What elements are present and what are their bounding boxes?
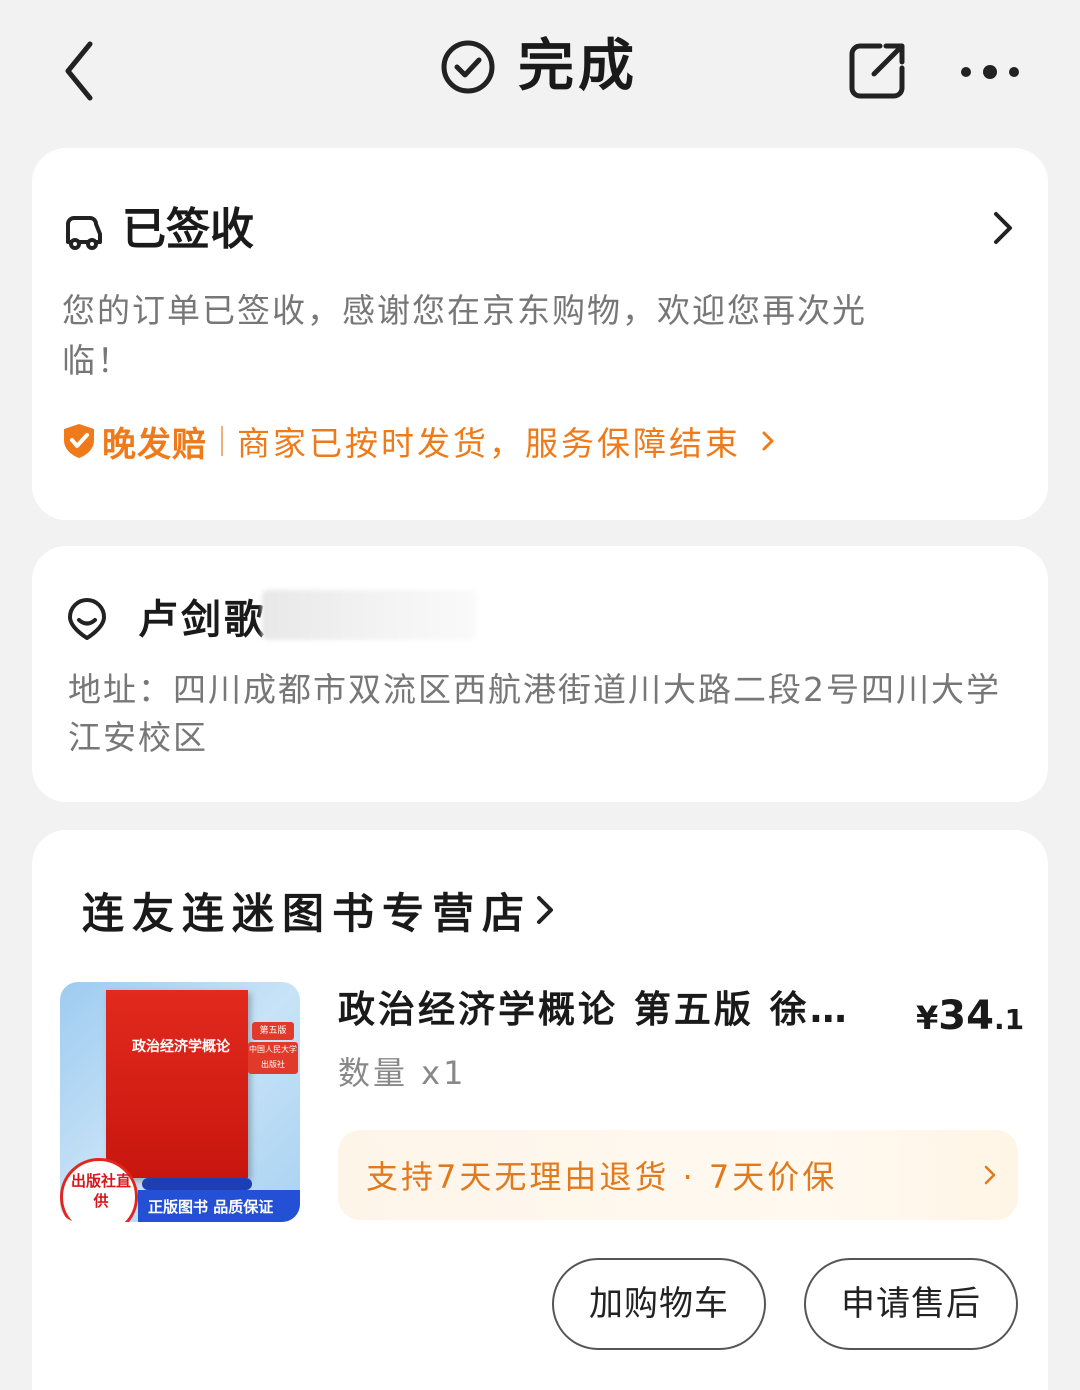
chevron-right-icon <box>984 1165 996 1185</box>
publisher-tag: 中国人民大学出版社 <box>248 1042 298 1074</box>
badge-strip <box>142 1178 252 1190</box>
chevron-right-icon <box>762 431 774 451</box>
shield-check-icon <box>64 424 94 458</box>
redacted-phone <box>262 590 476 640</box>
publisher-direct-text: 出版社直供 <box>71 1172 132 1210</box>
page-title-group: 完成 <box>440 32 638 102</box>
product-price: ¥34.1 <box>916 988 1024 1048</box>
order-card: 连友连迷图书专营店 政治经济学概论 第五版 中国人民大学出版社 正版图书 品质保… <box>32 830 1048 1390</box>
after-sale-button[interactable]: 申请售后 <box>804 1258 1018 1350</box>
delivery-description: 您的订单已签收，感谢您在京东购物，欢迎您再次光临！ <box>62 291 867 380</box>
page-title: 完成 <box>518 34 638 99</box>
share-icon[interactable] <box>846 40 908 102</box>
truck-icon <box>66 216 102 250</box>
guarantee-badge: 晚发赔 <box>102 424 207 465</box>
shop-name: 连友连迷图书专营店 <box>82 888 533 938</box>
chevron-right-icon <box>537 896 554 924</box>
quality-badge: 正版图书 品质保证 <box>138 1190 300 1222</box>
book-cover: 政治经济学概论 <box>106 990 248 1178</box>
add-to-cart-button[interactable]: 加购物车 <box>552 1258 766 1350</box>
product-image[interactable]: 政治经济学概论 第五版 中国人民大学出版社 正版图书 品质保证 出版社直供 <box>60 982 300 1222</box>
service-guarantee-bar[interactable]: 支持7天无理由退货 · 7天价保 <box>338 1130 1018 1220</box>
price-currency: ¥ <box>916 999 939 1037</box>
service-guarantee-text: 支持7天无理由退货 · 7天价保 <box>366 1158 838 1196</box>
shop-link[interactable]: 连友连迷图书专营店 <box>82 880 554 940</box>
product-quantity: 数量 x1 <box>338 1054 467 1092</box>
guarantee-text: 商家已按时发货，服务保障结束 <box>237 424 741 463</box>
recipient-address: 地址：四川成都市双流区西航港街道川大路二段2号四川大学江安校区 <box>68 670 1001 757</box>
book-cover-title: 政治经济学概论 <box>132 1039 230 1055</box>
recipient-card: 卢剑歌 地址：四川成都市双流区西航港街道川大路二段2号四川大学江安校区 <box>32 546 1048 802</box>
recipient-name: 卢剑歌 <box>138 597 267 643</box>
price-decimal: .1 <box>993 1003 1025 1036</box>
back-arrow-icon[interactable] <box>58 38 102 104</box>
more-dots-icon[interactable] <box>956 60 1024 84</box>
late-delivery-guarantee[interactable]: 晚发赔 商家已按时发货，服务保障结束 <box>62 416 775 466</box>
price-integer: 34 <box>938 993 994 1039</box>
location-pin-icon <box>68 598 106 640</box>
delivery-status-card[interactable]: 已签收 您的订单已签收，感谢您在京东购物，欢迎您再次光临！ 晚发赔 商家已按时发… <box>32 148 1048 520</box>
delivery-status: 已签收 <box>122 204 254 255</box>
divider <box>221 426 223 456</box>
product-title[interactable]: 政治经济学概论 第五版 徐… <box>338 982 858 1038</box>
edition-tag: 第五版 <box>252 1022 294 1040</box>
top-bar: 完成 <box>0 0 1080 140</box>
check-circle-icon <box>441 40 495 94</box>
chevron-right-icon[interactable] <box>992 208 1014 248</box>
